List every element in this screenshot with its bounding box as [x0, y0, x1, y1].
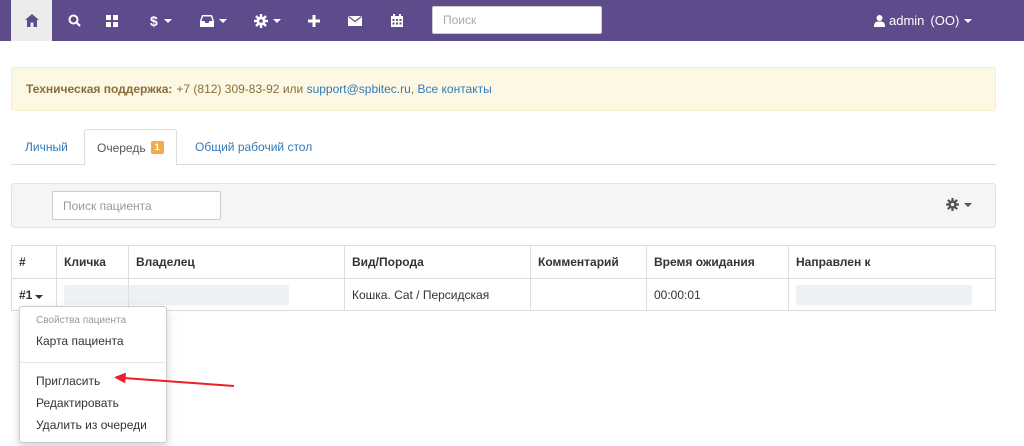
- menu-item-invite[interactable]: Пригласить: [36, 374, 100, 388]
- tab-queue[interactable]: Очередь 1: [84, 129, 177, 166]
- dropdown-header: Свойства пациента: [36, 315, 127, 326]
- search-icon: [68, 14, 81, 27]
- tab-bar: Личный Очередь 1 Общий рабочий стол: [11, 129, 996, 166]
- top-navbar: $ admin (OO): [0, 0, 1024, 41]
- queue-table: # Кличка Владелец Вид/Порода Комментарий…: [11, 245, 996, 311]
- add-button[interactable]: [300, 0, 328, 41]
- table-settings-button[interactable]: [946, 198, 972, 211]
- table-header-row: # Кличка Владелец Вид/Порода Комментарий…: [11, 245, 996, 279]
- referred-to-cell: [788, 278, 996, 311]
- support-separator: ,: [410, 82, 415, 96]
- filter-bar: [11, 183, 996, 228]
- species-cell: Кошка. Cat / Персидская: [344, 278, 531, 311]
- search-button[interactable]: [60, 0, 88, 41]
- user-menu[interactable]: admin (OO): [874, 0, 973, 41]
- patient-search-input[interactable]: [52, 191, 221, 220]
- column-header-number: #: [11, 245, 57, 279]
- calendar-button[interactable]: [383, 0, 411, 41]
- redacted-owner: [129, 284, 289, 305]
- plus-icon: [308, 14, 320, 27]
- support-label: Техническая поддержка:: [26, 82, 173, 96]
- tab-label: Очередь: [97, 140, 146, 155]
- menu-item-edit[interactable]: Редактировать: [36, 396, 119, 410]
- row-number: #1: [19, 287, 33, 302]
- redacted-nickname: [64, 284, 128, 305]
- svg-text:$: $: [150, 14, 158, 28]
- support-alert: Техническая поддержка: +7 (812) 309-83-9…: [11, 67, 996, 111]
- annotation-arrow-icon: [114, 372, 235, 387]
- user-name: admin: [889, 13, 925, 28]
- chevron-down-icon: [35, 294, 44, 299]
- gear-icon: [946, 198, 959, 211]
- column-header-nickname: Кличка: [56, 245, 129, 279]
- column-header-wait-time: Время ожидания: [646, 245, 789, 279]
- column-header-species: Вид/Порода: [344, 245, 531, 279]
- column-header-comment: Комментарий: [530, 245, 647, 279]
- home-button[interactable]: [11, 0, 52, 41]
- dashboard-icon: [106, 14, 118, 27]
- chevron-down-icon: [164, 18, 172, 23]
- global-search-input[interactable]: [432, 6, 602, 34]
- chevron-down-icon: [218, 18, 227, 23]
- tab-shared-desktop[interactable]: Общий рабочий стол: [183, 129, 324, 165]
- chevron-down-icon: [964, 18, 973, 23]
- column-header-owner: Владелец: [128, 245, 345, 279]
- menu-item-remove-from-queue[interactable]: Удалить из очереди: [36, 418, 147, 432]
- wait-time-cell: 00:00:01: [646, 278, 789, 311]
- chevron-down-icon: [964, 202, 972, 207]
- finance-menu[interactable]: $: [142, 0, 180, 41]
- all-contacts-link[interactable]: Все контакты: [418, 82, 492, 96]
- settings-menu[interactable]: [246, 0, 288, 41]
- user-org: (OO): [930, 13, 960, 28]
- tab-label: Личный: [25, 140, 68, 154]
- support-email-link[interactable]: support@spbitec.ru: [307, 82, 411, 96]
- dropdown-divider: [21, 362, 165, 363]
- envelope-icon: [348, 15, 362, 26]
- home-icon: [24, 14, 39, 27]
- gear-icon: [253, 13, 268, 28]
- chevron-down-icon: [272, 18, 281, 23]
- support-phone: +7 (812) 309-83-92 или: [176, 82, 304, 96]
- inbox-menu[interactable]: [192, 0, 234, 41]
- tab-label: Общий рабочий стол: [195, 140, 313, 154]
- tab-personal[interactable]: Личный: [13, 129, 80, 165]
- messages-button[interactable]: [341, 0, 369, 41]
- inbox-icon: [199, 14, 214, 27]
- user-icon: [874, 14, 885, 27]
- column-header-referred-to: Направлен к: [788, 245, 996, 279]
- queue-count-badge: 1: [150, 141, 164, 154]
- menu-item-patient-card[interactable]: Карта пациента: [36, 334, 124, 348]
- dashboard-button[interactable]: [98, 0, 126, 41]
- dollar-icon: $: [150, 14, 158, 28]
- calendar-icon: [391, 14, 403, 27]
- redacted-referred-to: [796, 284, 972, 305]
- comment-cell: [530, 278, 647, 311]
